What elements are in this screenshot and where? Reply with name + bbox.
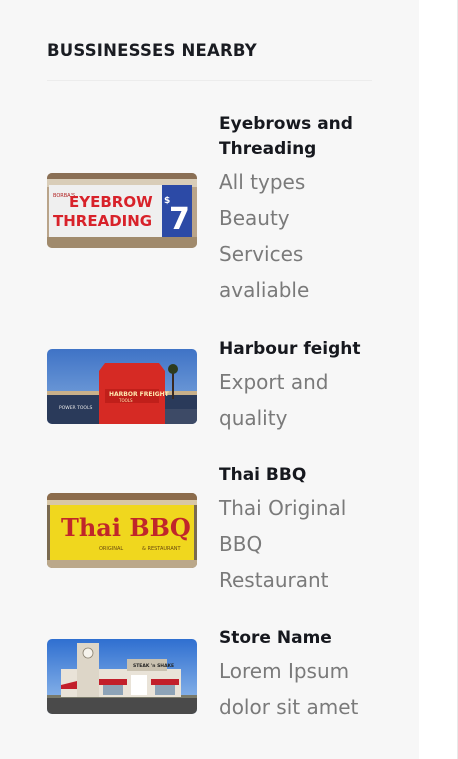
sign-line2: THREADING (53, 212, 152, 230)
business-name[interactable]: Store Name (219, 626, 379, 651)
business-thumbnail[interactable]: Thai BBQ ORIGINAL & RESTAURANT (47, 493, 197, 568)
thai-bbq-sign-image: Thai BBQ ORIGINAL & RESTAURANT (47, 493, 197, 568)
business-description: All types Beauty Services avaliable (219, 170, 310, 302)
business-thumbnail[interactable]: STEAK 'n SHAKE (47, 639, 197, 714)
business-thumbnail[interactable]: BORBA'S EYEBROW THREADING $ 7 (47, 173, 197, 248)
title-divider (47, 80, 372, 81)
business-info: Harbour feight Export and quality (219, 337, 379, 436)
sign-price: 7 (169, 202, 190, 237)
business-description: Thai Original BBQ Restaurant (219, 496, 347, 592)
sign-line1: EYEBROW (69, 193, 153, 211)
harbor-freight-image: HARBOR FREIGHT TOOLS POWER TOOLS (47, 349, 197, 424)
business-name[interactable]: Eyebrows and Threading (219, 112, 379, 162)
sign-main: Thai BBQ (61, 513, 191, 542)
business-description: Export and quality (219, 370, 329, 430)
sign-main: STEAK 'n SHAKE (133, 663, 174, 669)
sign-main: HARBOR FREIGHT (109, 391, 170, 398)
widget-title: BUSSINESSES NEARBY (47, 41, 257, 60)
eyebrow-sign-image: BORBA'S EYEBROW THREADING $ 7 (47, 173, 197, 248)
business-name[interactable]: Thai BBQ (219, 463, 379, 488)
right-gutter (419, 0, 458, 759)
business-name[interactable]: Harbour feight (219, 337, 379, 362)
sign-sub2: & RESTAURANT (142, 546, 181, 552)
business-info: Thai BBQ Thai Original BBQ Restaurant (219, 463, 379, 598)
sign-sub1: ORIGINAL (99, 546, 123, 552)
sidebar-widget: BUSSINESSES NEARBY BORBA'S EYEBROW THREA… (0, 0, 419, 759)
business-description: Lorem Ipsum dolor sit amet (219, 659, 359, 719)
sign-sub: TOOLS (118, 398, 133, 403)
sign-left: POWER TOOLS (59, 405, 92, 411)
business-thumbnail[interactable]: HARBOR FREIGHT TOOLS POWER TOOLS (47, 349, 197, 424)
business-info: Store Name Lorem Ipsum dolor sit amet (219, 626, 379, 725)
store-building-image: STEAK 'n SHAKE (47, 639, 197, 714)
business-info: Eyebrows and Threading All types Beauty … (219, 112, 379, 308)
